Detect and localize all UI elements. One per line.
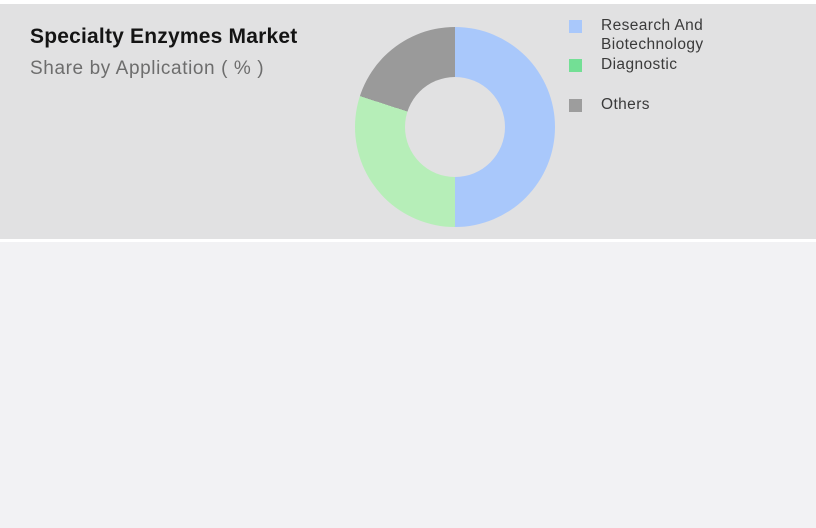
bar-chart-section: 2019202020212022202320242025202620272028… [0, 242, 816, 528]
donut-chart [355, 27, 555, 227]
header-section: Specialty Enzymes Market Share by Applic… [0, 4, 816, 239]
donut-hole [405, 77, 505, 177]
page-subtitle: Share by Application ( % ) [30, 58, 265, 79]
infographic-root: Specialty Enzymes Market Share by Applic… [0, 0, 816, 528]
legend-label-others: Others [601, 96, 650, 113]
legend-item-diagnostic: Diagnostic [569, 55, 677, 74]
legend-swatch-research-and-biotechnology [569, 20, 582, 33]
legend-item-others: Others [569, 95, 650, 114]
legend-swatch-others [569, 99, 582, 112]
page-title: Specialty Enzymes Market [30, 25, 298, 48]
legend-item-research-and-biotechnology: Research And Biotechnology [569, 16, 704, 54]
legend-swatch-diagnostic [569, 59, 582, 72]
legend-label-diagnostic: Diagnostic [601, 56, 678, 73]
legend-label-research-and-biotechnology: Research And Biotechnology [601, 17, 704, 53]
